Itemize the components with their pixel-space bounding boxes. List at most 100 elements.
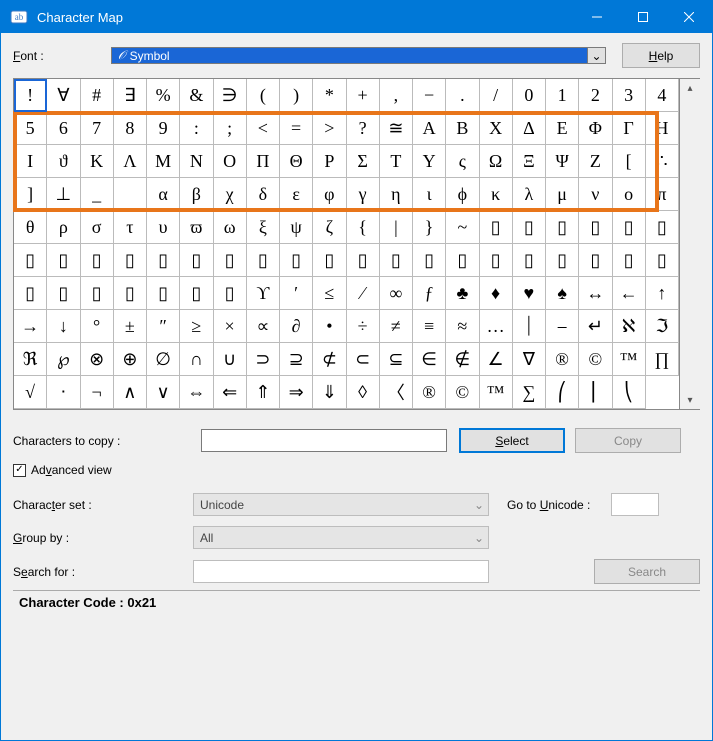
- character-cell[interactable]: Ο: [214, 145, 247, 178]
- character-cell[interactable]: →: [14, 310, 47, 343]
- character-cell[interactable]: Μ: [147, 145, 180, 178]
- character-cell[interactable]: 9: [147, 112, 180, 145]
- character-cell[interactable]: ⎜: [579, 376, 612, 409]
- character-cell[interactable]: ∉: [446, 343, 479, 376]
- character-cell[interactable]: <: [247, 112, 280, 145]
- character-cell[interactable]: ▯: [180, 277, 213, 310]
- font-select[interactable]: 𝒪 Symbol ⌄: [111, 47, 606, 64]
- character-cell[interactable]: ∪: [214, 343, 247, 376]
- character-cell[interactable]: ϖ: [180, 211, 213, 244]
- character-cell[interactable]: Η: [646, 112, 679, 145]
- character-cell[interactable]: ▯: [513, 244, 546, 277]
- character-cell[interactable]: ¬: [81, 376, 114, 409]
- character-cell[interactable]: ψ: [280, 211, 313, 244]
- character-cell[interactable]: ϑ: [47, 145, 80, 178]
- character-cell[interactable]: ⊕: [114, 343, 147, 376]
- character-cell[interactable]: ▯: [180, 244, 213, 277]
- character-cell[interactable]: κ: [480, 178, 513, 211]
- character-cell[interactable]: ▯: [14, 277, 47, 310]
- character-cell[interactable]: ∏: [646, 343, 679, 376]
- search-input[interactable]: [193, 560, 489, 583]
- character-cell[interactable]: ▯: [214, 244, 247, 277]
- character-cell[interactable]: ⇒: [280, 376, 313, 409]
- character-cell[interactable]: θ: [14, 211, 47, 244]
- scroll-down-button[interactable]: ▾: [680, 391, 700, 409]
- character-cell[interactable]: ⋅: [47, 376, 80, 409]
- character-cell[interactable]: :: [180, 112, 213, 145]
- character-cell[interactable]: °: [81, 310, 114, 343]
- character-cell[interactable]: β: [180, 178, 213, 211]
- character-cell[interactable]: Ψ: [546, 145, 579, 178]
- character-cell[interactable]: |: [380, 211, 413, 244]
- advanced-view-checkbox[interactable]: ✓ Advanced view: [13, 463, 700, 477]
- character-cell[interactable]: ÷: [347, 310, 380, 343]
- character-cell[interactable]: μ: [546, 178, 579, 211]
- character-cell[interactable]: 7: [81, 112, 114, 145]
- character-cell[interactable]: Β: [446, 112, 479, 145]
- titlebar[interactable]: ab Character Map: [1, 1, 712, 33]
- character-cell[interactable]: ▯: [480, 211, 513, 244]
- character-cell[interactable]: ∩: [180, 343, 213, 376]
- character-cell[interactable]: σ: [81, 211, 114, 244]
- character-cell[interactable]: ▯: [247, 244, 280, 277]
- character-cell[interactable]: ▯: [81, 244, 114, 277]
- character-cell[interactable]: Α: [413, 112, 446, 145]
- character-cell[interactable]: Θ: [280, 145, 313, 178]
- character-set-select[interactable]: Unicode ⌄: [193, 493, 489, 516]
- character-cell[interactable]: {: [347, 211, 380, 244]
- character-cell[interactable]: ⊗: [81, 343, 114, 376]
- character-cell[interactable]: ≈: [446, 310, 479, 343]
- character-cell[interactable]: ™: [613, 343, 646, 376]
- character-cell[interactable]: ∂: [280, 310, 313, 343]
- character-cell[interactable]: 〈: [380, 376, 413, 409]
- character-cell[interactable]: ς: [446, 145, 479, 178]
- character-cell[interactable]: …: [480, 310, 513, 343]
- character-cell[interactable]: ⇐: [214, 376, 247, 409]
- character-cell[interactable]: ?: [347, 112, 380, 145]
- character-cell[interactable]: ↔: [579, 277, 612, 310]
- character-cell[interactable]: Σ: [347, 145, 380, 178]
- character-cell[interactable]: ▯: [613, 244, 646, 277]
- character-cell[interactable]: ;: [214, 112, 247, 145]
- character-cell[interactable]: ⊇: [280, 343, 313, 376]
- character-cell[interactable]: ▯: [47, 277, 80, 310]
- character-cell[interactable]: ±: [114, 310, 147, 343]
- character-cell[interactable]: ϒ: [247, 277, 280, 310]
- character-cell[interactable]: =: [280, 112, 313, 145]
- character-cell[interactable]: ∧: [114, 376, 147, 409]
- character-cell[interactable]: ): [280, 79, 313, 112]
- chars-to-copy-input[interactable]: [201, 429, 447, 452]
- character-cell[interactable]: η: [380, 178, 413, 211]
- character-cell[interactable]: ℵ: [613, 310, 646, 343]
- character-cell[interactable]: 2: [579, 79, 612, 112]
- character-cell[interactable]: }: [413, 211, 446, 244]
- character-cell[interactable]: Κ: [81, 145, 114, 178]
- character-cell[interactable]: ⎯: [546, 310, 579, 343]
- character-cell[interactable]: ×: [214, 310, 247, 343]
- character-cell[interactable]: ″: [147, 310, 180, 343]
- character-cell[interactable]: φ: [313, 178, 346, 211]
- character-cell[interactable]: 6: [47, 112, 80, 145]
- character-cell[interactable]: ϕ: [446, 178, 479, 211]
- character-cell[interactable]: ⊆: [380, 343, 413, 376]
- character-cell[interactable]: −: [413, 79, 446, 112]
- character-cell[interactable]: >: [313, 112, 346, 145]
- character-cell[interactable]: Φ: [579, 112, 612, 145]
- character-cell[interactable]: ♠: [546, 277, 579, 310]
- character-cell[interactable]: τ: [114, 211, 147, 244]
- character-cell[interactable]: ,: [380, 79, 413, 112]
- character-cell[interactable]: ©: [446, 376, 479, 409]
- character-cell[interactable]: _: [81, 178, 114, 211]
- character-cell[interactable]: ∴: [646, 145, 679, 178]
- grid-scrollbar[interactable]: ▴ ▾: [680, 78, 700, 410]
- character-cell[interactable]: ▯: [114, 277, 147, 310]
- character-cell[interactable]: 3: [613, 79, 646, 112]
- character-cell[interactable]: Γ: [613, 112, 646, 145]
- character-cell[interactable]: ©: [579, 343, 612, 376]
- character-cell[interactable]: ⎝: [613, 376, 646, 409]
- character-cell[interactable]: ▯: [114, 244, 147, 277]
- character-cell[interactable]: ⇓: [313, 376, 346, 409]
- character-cell[interactable]: ρ: [47, 211, 80, 244]
- character-cell[interactable]: ⊄: [313, 343, 346, 376]
- character-cell[interactable]: υ: [147, 211, 180, 244]
